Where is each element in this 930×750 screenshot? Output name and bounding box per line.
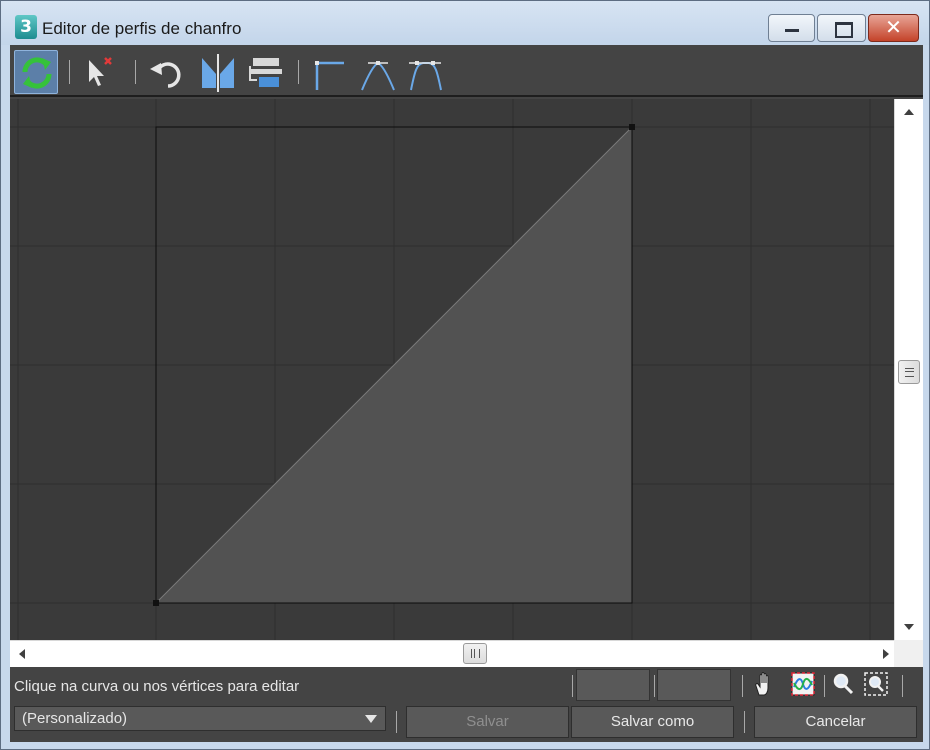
scroll-right-icon[interactable]	[883, 649, 889, 659]
toolbar-separator	[298, 60, 299, 84]
profile-graph	[10, 99, 894, 640]
chevron-down-icon	[365, 715, 377, 723]
scroll-down-icon[interactable]	[904, 624, 914, 630]
3ds-max-icon[interactable]: 3	[15, 15, 37, 39]
cancel-button[interactable]: Cancelar	[754, 706, 917, 738]
vertical-scrollbar[interactable]	[894, 99, 923, 640]
status-separator	[742, 675, 743, 697]
bottom-separator	[396, 711, 397, 733]
preset-selected-value: (Personalizado)	[22, 710, 128, 727]
maximize-button[interactable]	[817, 14, 866, 42]
bottom-separator	[744, 711, 745, 733]
zoom-region-icon[interactable]	[863, 671, 889, 697]
mirror-button[interactable]	[196, 50, 240, 94]
status-separator	[572, 675, 573, 697]
bezier-corner-icon	[361, 61, 395, 91]
editor-client-area: Clique na curva ou nos vértices para edi…	[10, 45, 923, 742]
save-button[interactable]: Salvar	[406, 706, 569, 738]
bezier-smooth-icon	[409, 61, 442, 91]
status-separator	[902, 675, 903, 697]
close-button[interactable]: ✕	[868, 14, 919, 42]
scroll-left-icon[interactable]	[19, 649, 25, 659]
status-separator	[654, 675, 655, 697]
delete-vertex-icon	[89, 57, 112, 86]
title-bar[interactable]: 3 Editor de perfis de chanfro ✕	[1, 1, 929, 45]
delete-vertex-button[interactable]	[78, 50, 122, 94]
horizontal-scroll-thumb[interactable]	[463, 643, 487, 664]
insert-profile-button[interactable]	[244, 50, 288, 94]
scroll-up-icon[interactable]	[904, 109, 914, 115]
x-value-field[interactable]	[576, 669, 650, 701]
profile-vertex	[153, 600, 159, 606]
refresh-button[interactable]	[14, 50, 58, 94]
profile-vertex	[629, 124, 635, 130]
profile-graph-viewport[interactable]	[10, 99, 894, 640]
y-value-field[interactable]	[657, 669, 731, 701]
bottom-bar: (Personalizado) Salvar Salvar como Cance…	[10, 703, 923, 742]
status-separator	[824, 675, 825, 697]
save-as-button[interactable]: Salvar como	[571, 706, 734, 738]
zoom-extents-icon[interactable]	[790, 671, 816, 697]
bezier-corner-button[interactable]	[356, 50, 400, 94]
toolbar	[10, 45, 923, 97]
window-title: Editor de perfis de chanfro	[42, 19, 242, 38]
status-message: Clique na curva ou nos vértices para edi…	[14, 678, 300, 695]
refresh-icon	[22, 57, 52, 89]
insert-profile-icon	[249, 58, 282, 87]
horizontal-scrollbar[interactable]	[10, 640, 894, 667]
corner-profile-icon	[315, 61, 344, 90]
zoom-icon[interactable]	[830, 671, 856, 697]
scrollbar-corner	[894, 640, 923, 667]
toolbar-separator	[69, 60, 70, 84]
corner-profile-button[interactable]	[306, 50, 350, 94]
bevel-profile-editor-window: 3 Editor de perfis de chanfro ✕ Clique n…	[0, 0, 930, 750]
pan-hand-icon[interactable]	[752, 671, 778, 697]
undo-button[interactable]	[146, 50, 190, 94]
close-icon: ✕	[885, 17, 902, 39]
bezier-smooth-button[interactable]	[403, 50, 447, 94]
preset-dropdown[interactable]: (Personalizado)	[14, 706, 386, 731]
vertical-scroll-thumb[interactable]	[898, 360, 920, 384]
minimize-button[interactable]	[768, 14, 815, 42]
status-bar: Clique na curva ou nos vértices para edi…	[10, 667, 923, 703]
mirror-icon	[202, 54, 234, 92]
toolbar-separator	[135, 60, 136, 84]
undo-icon	[150, 62, 181, 88]
